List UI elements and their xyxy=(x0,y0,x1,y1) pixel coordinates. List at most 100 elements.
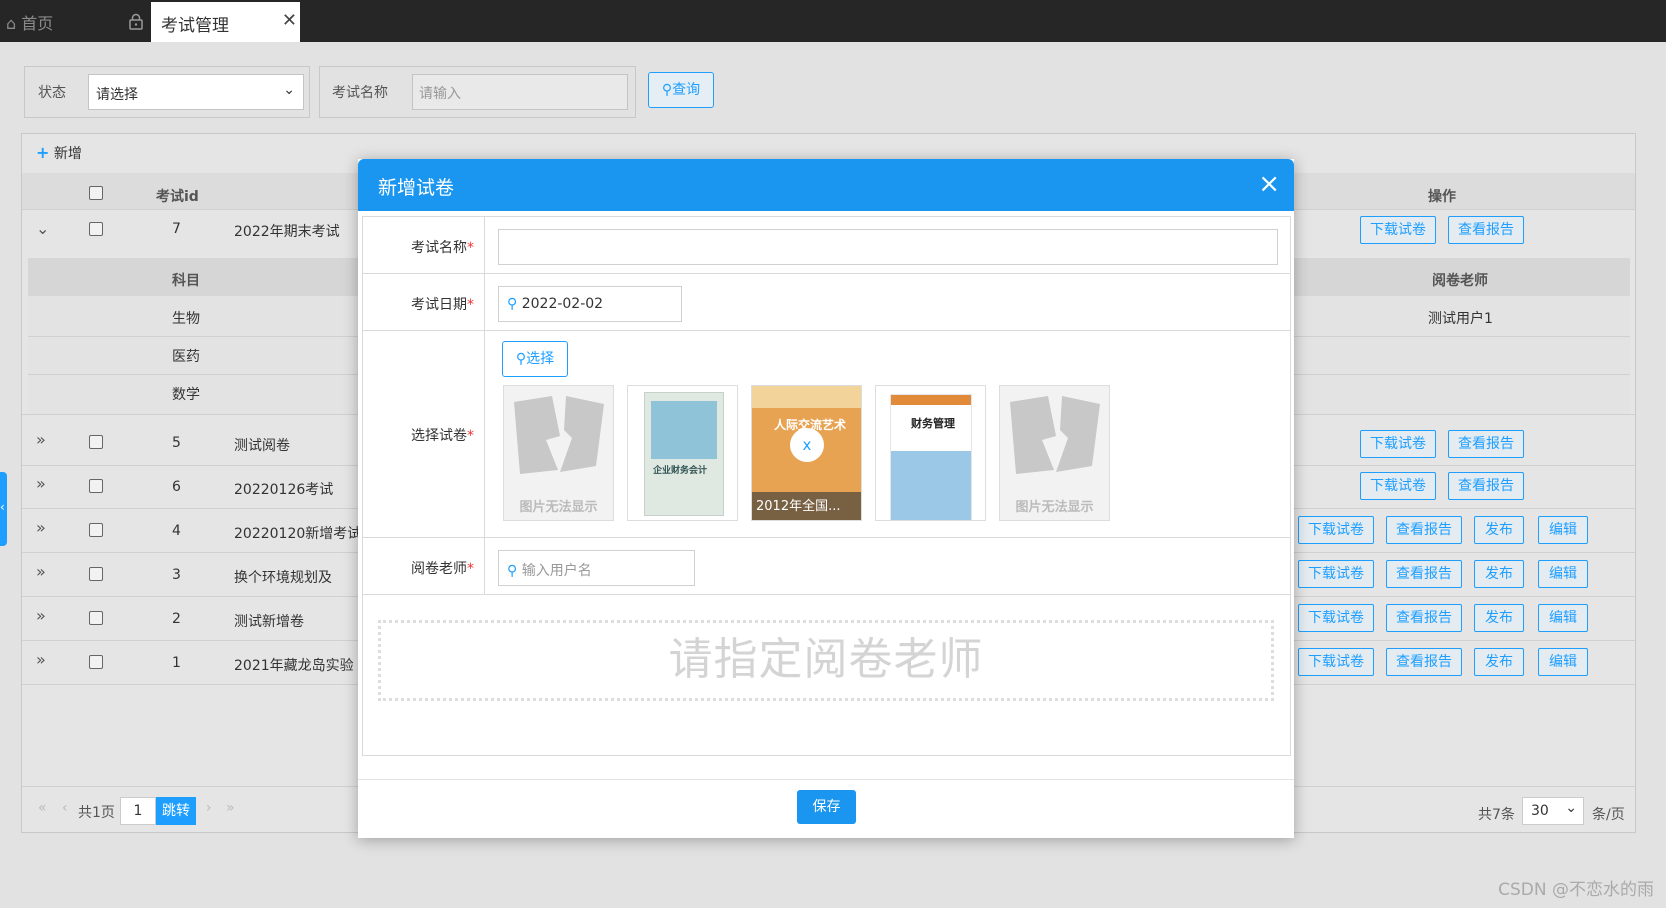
view-report-button[interactable]: 查看报告 xyxy=(1448,472,1524,500)
row-id: 2 xyxy=(172,611,181,627)
book-cover: 企业财务会计 xyxy=(644,392,724,516)
download-paper-button[interactable]: 下载试卷 xyxy=(1360,472,1436,500)
search-icon: ⚲ xyxy=(515,351,527,367)
teacher-input[interactable]: ⚲ 输入用户名 xyxy=(498,550,695,586)
paper-thumb-selected[interactable]: 人际交流艺术 x 2012年全国... xyxy=(751,385,862,521)
teacher-cell: 测试用户1 xyxy=(1428,311,1493,327)
view-report-button[interactable]: 查看报告 xyxy=(1448,216,1524,244)
row-checkbox[interactable] xyxy=(89,435,103,449)
exam-name-input[interactable] xyxy=(498,229,1278,265)
chevron-down-icon: ⌄ xyxy=(1565,800,1577,816)
watermark: CSDN @不恋水的雨 xyxy=(1498,880,1654,900)
select-paper-label: 选择试卷* xyxy=(363,331,485,537)
page-size-select[interactable]: 30 ⌄ xyxy=(1522,797,1584,825)
subject-cell: 生物 xyxy=(172,311,200,327)
row-checkbox[interactable] xyxy=(89,611,103,625)
select-paper-button[interactable]: ⚲选择 xyxy=(502,341,568,377)
row-checkbox[interactable] xyxy=(89,655,103,669)
row-name: 换个环境规划及 xyxy=(234,570,332,586)
download-paper-button[interactable]: 下载试卷 xyxy=(1360,216,1436,244)
first-page-icon[interactable]: « xyxy=(38,800,47,816)
home-icon: ⌂ xyxy=(6,14,17,33)
subject-cell: 医药 xyxy=(172,349,200,365)
row-name: 测试新增卷 xyxy=(234,614,304,630)
paper-thumb[interactable]: 图片无法显示 xyxy=(503,385,614,521)
view-report-button[interactable]: 查看报告 xyxy=(1386,604,1462,632)
row-name: 20220126考试 xyxy=(234,482,334,498)
paper-thumb[interactable]: 图片无法显示 xyxy=(999,385,1110,521)
add-button[interactable]: + 新增 xyxy=(36,143,82,163)
row-checkbox[interactable] xyxy=(89,222,103,236)
download-paper-button[interactable]: 下载试卷 xyxy=(1360,430,1436,458)
remove-icon[interactable]: x xyxy=(790,428,824,462)
view-report-button[interactable]: 查看报告 xyxy=(1386,516,1462,544)
form-row-name: 考试名称* xyxy=(363,217,1290,274)
row-id: 4 xyxy=(172,523,181,539)
publish-button[interactable]: 发布 xyxy=(1474,604,1524,632)
view-report-button[interactable]: 查看报告 xyxy=(1386,648,1462,676)
last-page-icon[interactable]: » xyxy=(226,800,235,816)
download-paper-button[interactable]: 下载试卷 xyxy=(1298,560,1374,588)
total-count: 共7条 xyxy=(1478,807,1515,823)
total-pages: 共1页 xyxy=(78,805,115,821)
row-id: 7 xyxy=(172,221,181,237)
teacher-hint-placeholder: 请指定阅卷老师 xyxy=(378,620,1274,701)
edit-button[interactable]: 编辑 xyxy=(1538,560,1588,588)
tab-exam-management[interactable]: 考试管理 ✕ xyxy=(151,2,300,42)
modal-header: 新增试卷 × xyxy=(358,159,1294,211)
paper-thumb[interactable]: 企业财务会计 xyxy=(627,385,738,521)
expand-icon[interactable]: » xyxy=(36,606,46,625)
lock-icon[interactable] xyxy=(128,13,144,34)
exam-date-input[interactable]: ⚲ 2022-02-02 xyxy=(498,286,682,322)
edit-button[interactable]: 编辑 xyxy=(1538,516,1588,544)
exam-name-input[interactable]: 请输入 xyxy=(412,74,628,110)
search-icon: ⚲ xyxy=(661,82,673,98)
expand-icon[interactable]: » xyxy=(36,562,46,581)
paper-thumb[interactable]: 财务管理 xyxy=(875,385,986,521)
expand-icon[interactable]: » xyxy=(36,430,46,449)
publish-button[interactable]: 发布 xyxy=(1474,560,1524,588)
thumb-caption: 2012年全国... xyxy=(752,492,861,520)
sidebar-toggle[interactable]: ‹ xyxy=(0,472,7,546)
query-button[interactable]: ⚲查询 xyxy=(648,72,714,108)
chevron-down-icon: ⌄ xyxy=(283,82,295,98)
next-page-icon[interactable]: › xyxy=(206,800,212,816)
publish-button[interactable]: 发布 xyxy=(1474,648,1524,676)
save-button[interactable]: 保存 xyxy=(797,790,856,824)
expand-icon[interactable]: » xyxy=(36,474,46,493)
tab-home[interactable]: ⌂ 首页 xyxy=(6,10,53,34)
search-icon: ⚲ xyxy=(507,563,518,579)
download-paper-button[interactable]: 下载试卷 xyxy=(1298,604,1374,632)
status-select[interactable]: 请选择 ⌄ xyxy=(88,74,304,110)
row-id: 6 xyxy=(172,479,181,495)
row-checkbox[interactable] xyxy=(89,479,103,493)
col-exam-id: 考试id xyxy=(156,189,199,205)
edit-button[interactable]: 编辑 xyxy=(1538,648,1588,676)
col-teacher: 阅卷老师 xyxy=(1432,273,1488,289)
row-checkbox[interactable] xyxy=(89,567,103,581)
expand-icon[interactable]: » xyxy=(36,650,46,669)
jump-button[interactable]: 跳转 xyxy=(156,797,196,825)
download-paper-button[interactable]: 下载试卷 xyxy=(1298,648,1374,676)
exam-name-label: 考试名称 xyxy=(332,85,388,101)
row-id: 5 xyxy=(172,435,181,451)
prev-page-icon[interactable]: ‹ xyxy=(62,800,68,816)
exam-date-label: 考试日期* xyxy=(363,274,485,330)
form-row-teacher: 阅卷老师* ⚲ 输入用户名 xyxy=(363,538,1290,595)
per-page-label: 条/页 xyxy=(1592,807,1625,823)
page-input[interactable]: 1 xyxy=(120,797,156,825)
publish-button[interactable]: 发布 xyxy=(1474,516,1524,544)
row-checkbox[interactable] xyxy=(89,523,103,537)
row-name: 20220120新增考试 xyxy=(234,526,362,542)
close-icon[interactable]: × xyxy=(1258,169,1280,199)
close-icon[interactable]: ✕ xyxy=(282,10,297,31)
col-operations: 操作 xyxy=(1428,189,1456,205)
view-report-button[interactable]: 查看报告 xyxy=(1386,560,1462,588)
view-report-button[interactable]: 查看报告 xyxy=(1448,430,1524,458)
edit-button[interactable]: 编辑 xyxy=(1538,604,1588,632)
subject-cell: 数学 xyxy=(172,387,200,403)
select-all-checkbox[interactable] xyxy=(89,186,103,200)
collapse-icon[interactable]: ⌄ xyxy=(36,219,49,238)
download-paper-button[interactable]: 下载试卷 xyxy=(1298,516,1374,544)
expand-icon[interactable]: » xyxy=(36,518,46,537)
